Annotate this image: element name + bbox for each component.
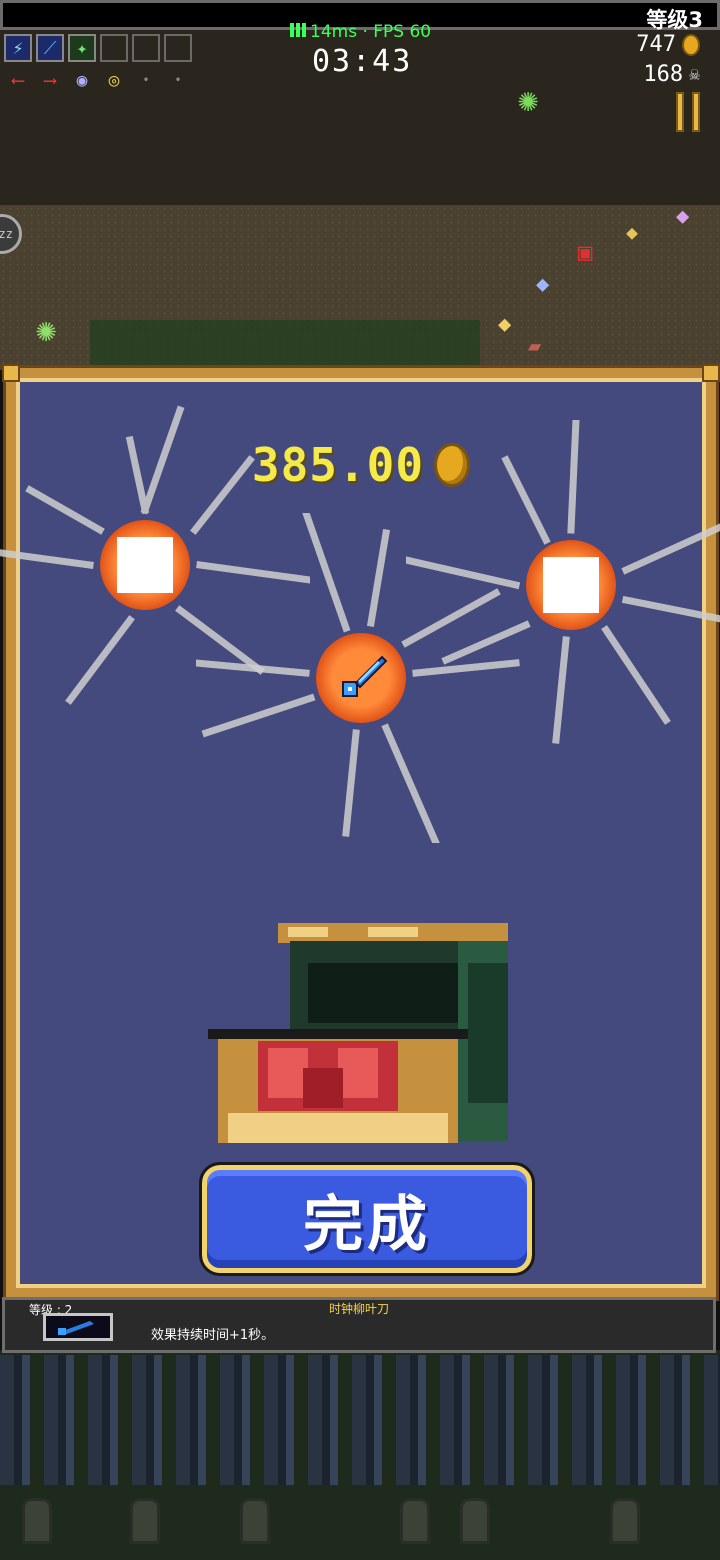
- grave-icon: [460, 1498, 490, 1544]
- enemy-sprite-icon: ◆: [536, 272, 550, 297]
- medusa-head-enemy-icon: ✺: [36, 310, 57, 350]
- ring-icon: ◎: [108, 69, 120, 91]
- grave-icon: [400, 1498, 430, 1544]
- item-description: 效果持续时间+1秒。: [151, 1328, 275, 1343]
- arrow-left-icon: ⟵: [12, 69, 24, 91]
- signal-icon: [290, 23, 306, 37]
- ping-text: 14ms · FPS 60: [310, 22, 432, 42]
- clock-lancet-icon: [342, 655, 388, 697]
- grave-icon: [130, 1498, 160, 1544]
- player-character-icon: ▰: [528, 334, 542, 359]
- chest-reward-dialog: 385.00 完成: [0, 364, 720, 1301]
- done-button[interactable]: 完成: [199, 1162, 535, 1276]
- lightning-ring-icon: ⚡: [4, 34, 32, 62]
- gold-value: 747: [636, 32, 676, 57]
- kill-counter: 168 ☠: [643, 62, 700, 87]
- coin-icon: [682, 33, 700, 56]
- gold-counter: 747: [636, 32, 700, 57]
- reward-slot-2: [406, 420, 720, 744]
- clock-lancet-icon: [58, 1321, 94, 1335]
- empty-slot: •: [174, 73, 182, 87]
- pause-icon: [676, 92, 684, 132]
- network-status: 14ms · FPS 60: [290, 22, 431, 42]
- blank-reward-icon: [117, 537, 173, 593]
- enemy-sprite-icon: ◆: [676, 204, 690, 229]
- arrow-right-icon: ⟶: [44, 69, 56, 91]
- empty-slot: [132, 34, 160, 62]
- item-icon-frame: [43, 1313, 113, 1341]
- reward-slot-1: [0, 405, 310, 705]
- game-timer: 03:43: [312, 44, 413, 79]
- enemy-crowd: [0, 1355, 720, 1485]
- skull-icon: ☠: [689, 64, 700, 85]
- item-info-panel: 等级 : 2 时钟柳叶刀 效果持续时间+1秒。: [2, 1297, 716, 1353]
- kill-value: 168: [643, 62, 684, 87]
- empty-slot: [100, 34, 128, 62]
- done-button-label: 完成: [303, 1189, 431, 1260]
- empty-slot: •: [142, 73, 150, 87]
- garlic-icon: ✦: [68, 34, 96, 62]
- pause-icon: [692, 92, 700, 132]
- empty-slot: [164, 34, 192, 62]
- pause-button[interactable]: [676, 92, 704, 132]
- medusa-head-enemy-icon: ✺: [518, 80, 539, 120]
- enemy-sprite-icon: ◆: [626, 220, 639, 244]
- inventory-slots: ⚡ ⟋ ✦ ⟵ ⟶ ◉ ◎ • •: [4, 34, 192, 94]
- enemy-sprite-icon: ▣: [578, 238, 593, 266]
- enemy-sprite-icon: ◆: [498, 312, 512, 337]
- grave-icon: [240, 1498, 270, 1544]
- grave-icon: [22, 1498, 52, 1544]
- frame-corner: [2, 364, 20, 382]
- level-label: 等级3: [646, 8, 703, 32]
- reward-slot-3: [196, 513, 520, 843]
- grave-icon: [610, 1498, 640, 1544]
- treasure-chest-icon: [208, 923, 508, 1143]
- frame-corner: [702, 364, 720, 382]
- orb-icon: ◉: [76, 69, 88, 91]
- whip-icon: ⟋: [36, 34, 64, 62]
- grass-patch: [90, 320, 480, 370]
- blank-reward-icon: [543, 557, 599, 613]
